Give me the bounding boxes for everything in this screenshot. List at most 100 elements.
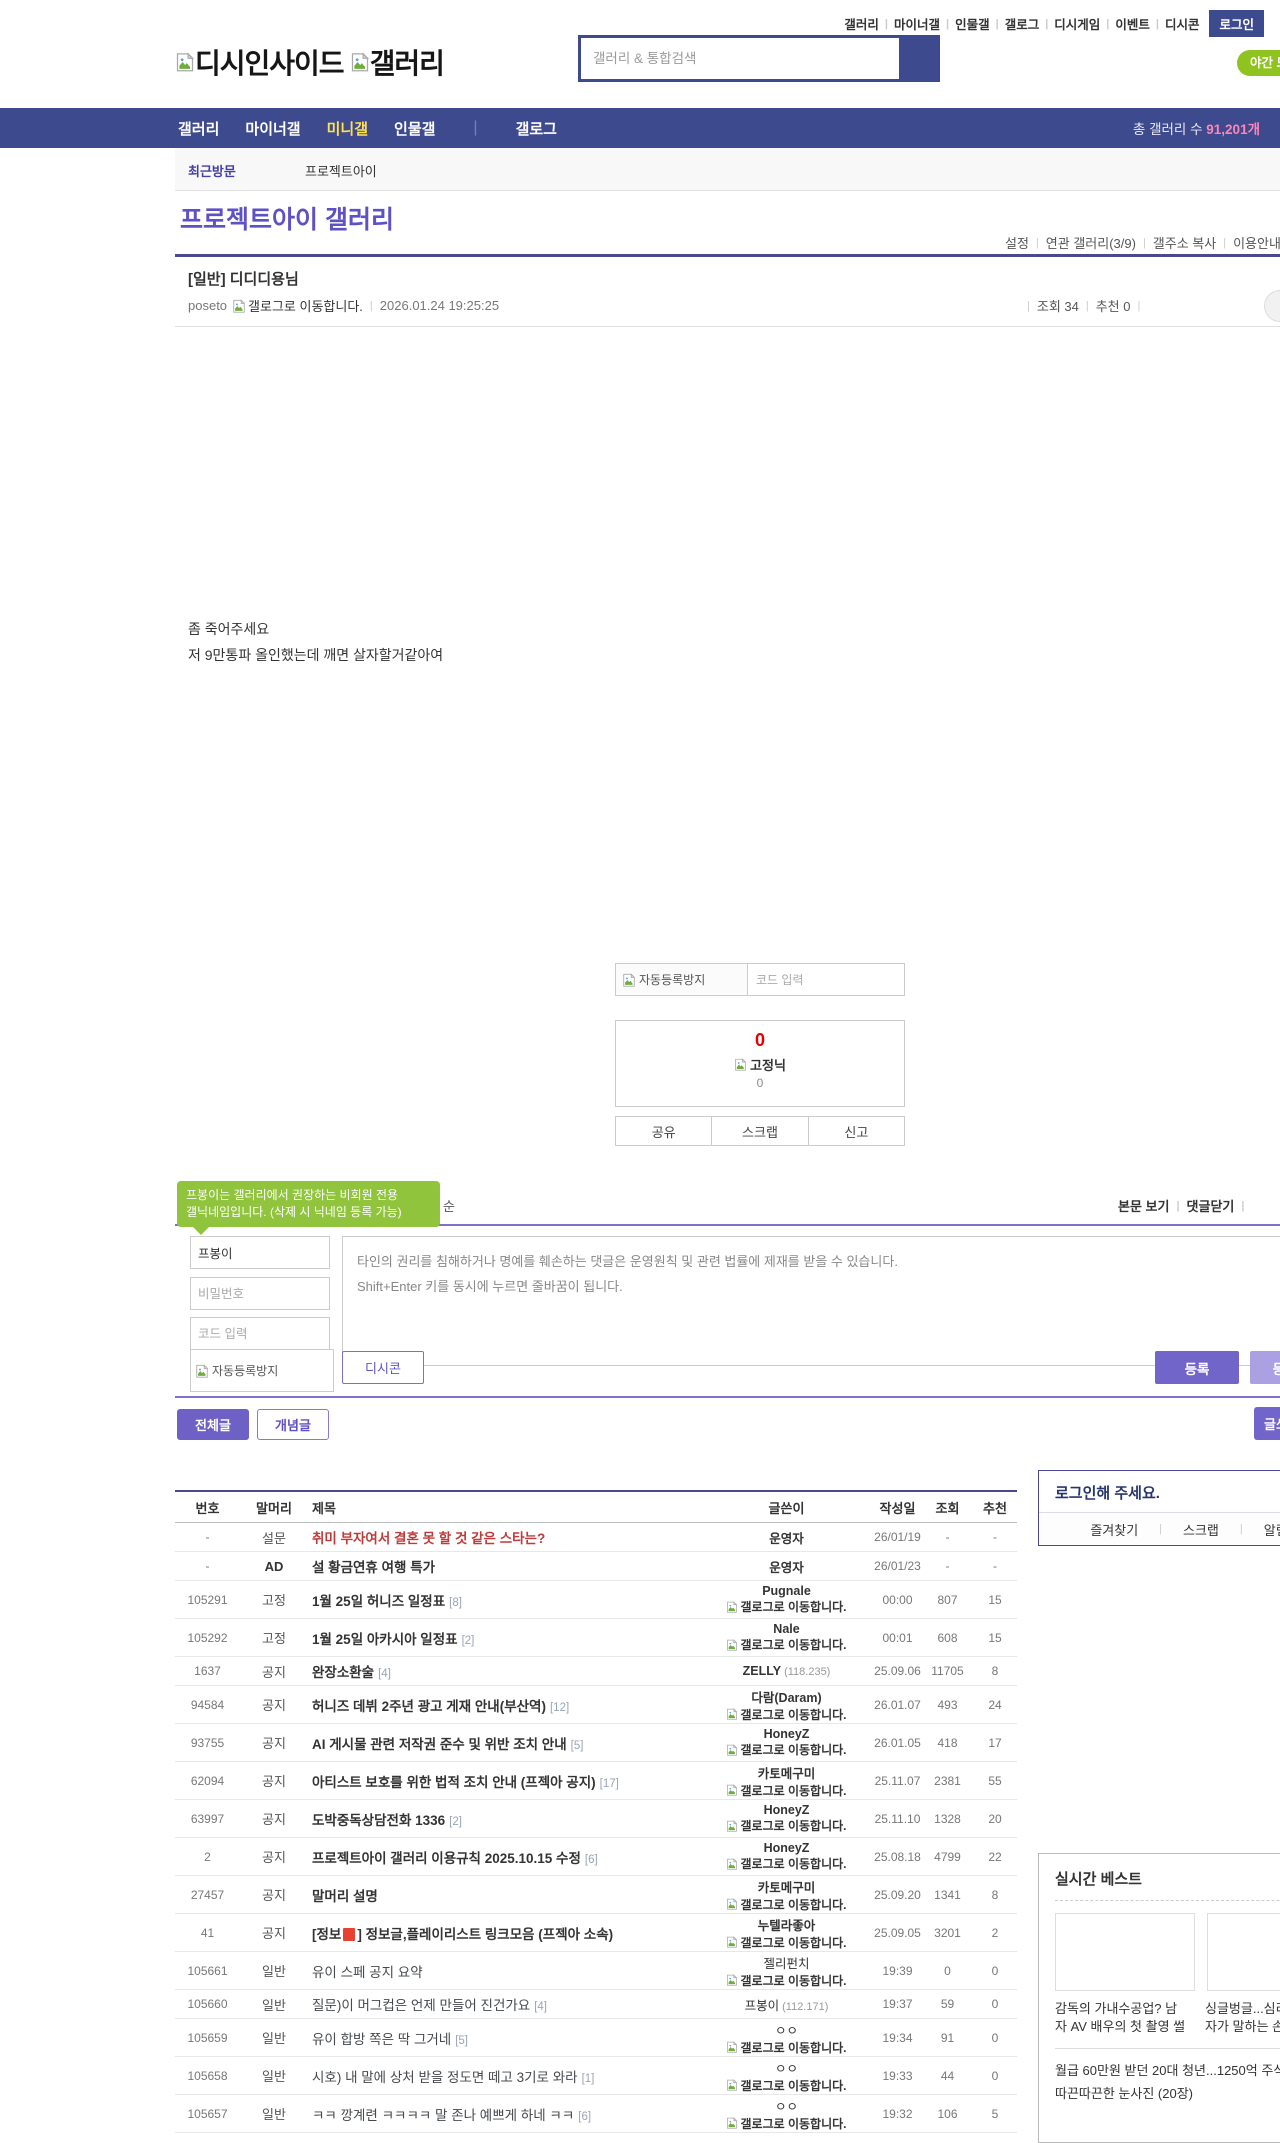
utility-link-3[interactable]: 갤로그 [1005, 14, 1040, 33]
post-link[interactable]: 질문)이 머그컵은 언제 만들어 진건가요 [4] [312, 1998, 547, 2013]
utility-link-1[interactable]: 마이너갤 [894, 14, 940, 33]
comment-submit-secondary-button[interactable]: 등록 [1250, 1351, 1280, 1384]
author-gallog-link[interactable]: 갤로그로 이동합니다. [704, 1817, 869, 1834]
post-link[interactable]: [정보] 정보글,플레이리스트 링크모음 (프젝아 소속) [312, 1927, 613, 1942]
author-name[interactable]: ㅇㅇ [704, 2058, 869, 2077]
utility-link-4[interactable]: 디시게임 [1054, 14, 1100, 33]
breadcrumb-current-gallery[interactable]: 프로젝트아이 [305, 161, 377, 180]
gallery-title[interactable]: 프로젝트아이 갤러리 [180, 200, 394, 236]
dccon-button[interactable]: 디시콘 [342, 1351, 424, 1384]
author-gallog-link[interactable]: 갤로그로 이동합니다. [704, 1896, 869, 1913]
utility-link-0[interactable]: 갤러리 [844, 14, 879, 33]
author-gallog-link[interactable]: 갤로그로 이동합니다. [704, 2039, 869, 2056]
view-post-link[interactable]: 본문 보기 [1118, 1196, 1169, 1215]
fixed-nick-recommend[interactable]: 고정닉 [616, 1055, 904, 1074]
post-action-1[interactable]: 스크랩 [712, 1116, 809, 1146]
realtime-best-title[interactable]: 실시간 베스트 [1055, 1868, 1280, 1889]
captcha-code-input[interactable] [748, 963, 905, 996]
post-link[interactable]: 완장소환술 [4] [312, 1665, 391, 1680]
utility-link-6[interactable]: 디시콘 [1165, 14, 1200, 33]
post-link[interactable]: 말머리 설명 [312, 1889, 378, 1904]
author-name[interactable]: 운영자 [769, 1561, 804, 1575]
comment-submit-button[interactable]: 등록 [1155, 1351, 1239, 1384]
post-link[interactable]: 도박중독상담전화 1336 [2] [312, 1813, 462, 1828]
post-action-2[interactable]: 신고 [808, 1116, 905, 1146]
main-nav-item-1[interactable]: 마이너갤 [245, 118, 300, 139]
realtime-list-item-0[interactable]: 월급 60만원 받던 20대 청년...1250억 주식 부 [1055, 2059, 1280, 2082]
author-name[interactable]: HoneyZ [704, 1803, 869, 1817]
best-posts-button[interactable]: 개념글 [257, 1409, 329, 1440]
login-button[interactable]: 로그인 [1209, 10, 1264, 37]
author-gallog-link[interactable]: 갤로그로 이동합니다. [704, 1636, 869, 1653]
author-name[interactable]: ㅇㅇ [704, 2096, 869, 2115]
post-link[interactable]: 취미 부자여서 결혼 못 할 것 같은 스타는? [312, 1531, 545, 1546]
author-name[interactable]: 누텔라좋아 [704, 1915, 869, 1934]
write-post-button[interactable]: 글쓰기 [1254, 1407, 1280, 1440]
main-nav-item-3[interactable]: 인물갤 [394, 118, 435, 139]
comment-nickname-input[interactable] [190, 1236, 330, 1269]
author-name[interactable]: 카토메구미 [704, 1877, 869, 1896]
post-link[interactable]: 설 황금연휴 여행 특가 [312, 1560, 435, 1575]
author-name[interactable]: HoneyZ [704, 1841, 869, 1855]
login-action-2[interactable]: 알림 [1264, 1520, 1280, 1539]
author-name[interactable]: 다람(Daram) [704, 1687, 869, 1706]
post-option-button[interactable] [1264, 290, 1280, 322]
author-gallog-link[interactable]: 갤로그로 이동합니다. [704, 2077, 869, 2094]
comment-sort-partial[interactable]: 순 [443, 1196, 455, 1215]
main-nav-item-0[interactable]: 갤러리 [178, 118, 219, 139]
author-name[interactable]: HoneyZ [704, 1727, 869, 1741]
post-author[interactable]: poseto [188, 298, 227, 313]
comment-password-input[interactable] [190, 1277, 330, 1310]
author-gallog-link[interactable]: 갤로그로 이동합니다. [704, 1934, 869, 1951]
author-gallog-link[interactable]: 갤로그로 이동합니다. [704, 1972, 869, 1989]
close-comments-link[interactable]: 댓글닫기 [1187, 1196, 1235, 1215]
author-gallog-link[interactable]: 갤로그로 이동합니다. [704, 2115, 869, 2132]
login-action-1[interactable]: 스크랩 [1183, 1520, 1219, 1539]
post-link[interactable]: 유이 스페 공지 요약 [312, 1965, 423, 1980]
gallery-meta-link-0[interactable]: 설정 [1005, 233, 1029, 252]
author-name[interactable]: ZELLY [743, 1664, 781, 1678]
author-name[interactable]: ㅇㅇ [704, 2020, 869, 2039]
post-link[interactable]: 유이 합방 쪽은 딱 그거네 [5] [312, 2032, 468, 2047]
post-link[interactable]: AI 게시물 관련 저작권 준수 및 위반 조치 안내 [5] [312, 1737, 583, 1752]
post-link[interactable]: ㅋㅋ 깡계련 ㅋㅋㅋㅋ 말 존나 예쁘게 하네 ㅋㅋ [6] [312, 2108, 591, 2123]
author-gallog-link[interactable]: 갤로그로 이동합니다. [704, 1598, 869, 1615]
post-link[interactable]: 프로젝트아이 갤러리 이용규칙 2025.10.15 수정 [6] [312, 1851, 598, 1866]
realtime-caption-0[interactable]: 감독의 가내수공업? 남자 AV 배우의 첫 촬영 썰 [1055, 2000, 1193, 2036]
recent-visit-link[interactable]: 최근방문 [188, 161, 236, 180]
gallery-meta-link-1[interactable]: 연관 갤러리(3/9) [1046, 233, 1136, 252]
search-button[interactable] [899, 38, 937, 79]
author-gallog-link[interactable]: 갤로그로 이동합니다. [704, 1706, 869, 1723]
post-link[interactable]: 시호) 내 말에 상처 받을 정도면 떼고 3기로 와라 [1] [312, 2070, 594, 2085]
author-gallog-link[interactable]: 갤로그로 이동합니다. [704, 1855, 869, 1872]
author-gallog-link[interactable]: 갤로그로 이동합니다. [704, 1782, 869, 1799]
comment-textarea[interactable]: 타인의 권리를 침해하거나 명예를 훼손하는 댓글은 운영원칙 및 관련 법률에… [342, 1236, 1280, 1366]
main-nav-item-4[interactable]: 갤로그 [516, 118, 557, 139]
post-link[interactable]: 1월 25일 허니즈 일정표 [8] [312, 1594, 462, 1609]
author-name[interactable]: Nale [704, 1622, 869, 1636]
utility-link-5[interactable]: 이벤트 [1115, 14, 1150, 33]
post-action-0[interactable]: 공유 [615, 1116, 713, 1146]
gallog-link[interactable]: 갤로그로 이동합니다. [248, 296, 363, 315]
realtime-thumbnail[interactable] [1207, 1913, 1280, 1991]
post-link[interactable]: 허니즈 데뷔 2주년 광고 게재 안내(부산역) [12] [312, 1699, 569, 1714]
utility-link-2[interactable]: 인물갤 [955, 14, 990, 33]
main-nav-item-2[interactable]: 미니갤 [327, 118, 368, 139]
author-gallog-link[interactable]: 갤로그로 이동합니다. [704, 1741, 869, 1758]
all-posts-button[interactable]: 전체글 [177, 1409, 249, 1440]
author-name[interactable]: Pugnale [704, 1584, 869, 1598]
author-name[interactable]: 프봉이 [745, 1999, 780, 2013]
login-action-0[interactable]: 즐겨찾기 [1090, 1520, 1138, 1539]
post-link[interactable]: 아티스트 보호를 위한 법적 조치 안내 (프젝아 공지) [17] [312, 1775, 619, 1790]
realtime-caption-1[interactable]: 싱글벙글...심리학자가 말하는 손절의 [1205, 2000, 1280, 2036]
search-input[interactable] [581, 38, 893, 79]
gallery-meta-link-3[interactable]: 이용안내 [1233, 233, 1280, 252]
comment-code-input[interactable] [190, 1317, 330, 1350]
site-logo[interactable]: 디시인사이드 갤러리 [175, 42, 445, 82]
gallery-meta-link-2[interactable]: 갤주소 복사 [1153, 233, 1216, 252]
post-link[interactable]: 1월 25일 아카시아 일정표 [2] [312, 1632, 474, 1647]
realtime-thumbnail[interactable] [1055, 1913, 1195, 1991]
author-name[interactable]: 젤리펀치 [704, 1953, 869, 1972]
author-name[interactable]: 운영자 [769, 1532, 804, 1546]
night-mode-toggle[interactable]: 야간 모드 [1237, 50, 1280, 76]
